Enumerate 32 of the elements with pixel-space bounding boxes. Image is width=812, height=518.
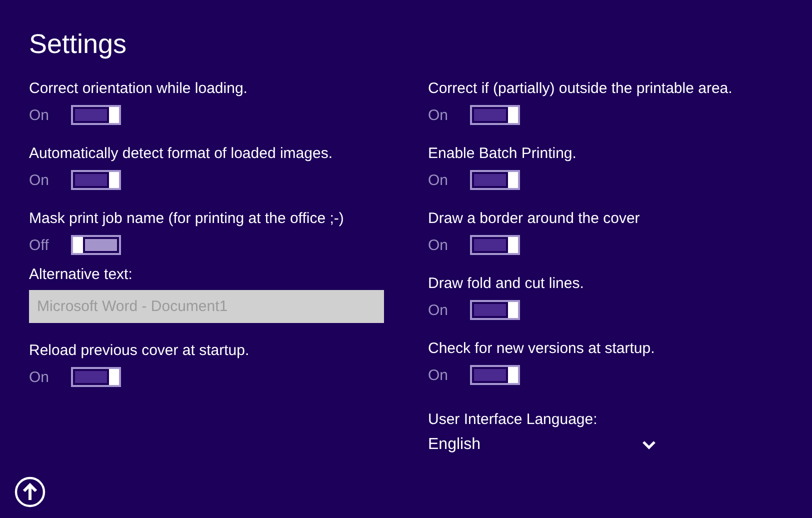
toggle-switch[interactable] [71, 367, 121, 387]
toggle-switch[interactable] [470, 300, 520, 320]
toggle-switch[interactable] [470, 365, 520, 385]
setting-label: Automatically detect format of loaded images. [29, 145, 334, 163]
setting-label: Alternative text: [29, 266, 134, 284]
toggle-switch[interactable] [470, 170, 520, 190]
toggle-state-text: On [428, 302, 450, 318]
setting-label: Draw a border around the cover [428, 210, 641, 228]
toggle-state-text: Off [29, 236, 50, 254]
toggle-switch[interactable] [470, 105, 520, 125]
toggle-switch[interactable] [71, 105, 121, 125]
toggle-switch[interactable] [470, 235, 520, 255]
toggle-state-text: On [428, 172, 450, 188]
toggle-state-text: On [29, 368, 50, 386]
toggle-state-text: On [29, 172, 50, 188]
setting-label: User Interface Language: [428, 411, 598, 429]
toggle-state-text: On [29, 106, 50, 124]
setting-label: Correct if (partially) outside the printable area. [428, 80, 734, 98]
toggle-switch[interactable] [71, 170, 121, 190]
toggle-switch[interactable] [71, 235, 121, 255]
toggle-state-text: On [428, 106, 450, 124]
setting-label: Enable Batch Printing. [428, 145, 578, 163]
chevron-down-icon [642, 440, 656, 450]
setting-label: Correct orientation while loading. [29, 80, 248, 98]
toggle-state-text: On [428, 236, 450, 254]
page-title: Settings [29, 28, 128, 60]
setting-label: Check for new versions at startup. [428, 340, 656, 358]
language-dropdown[interactable]: English [428, 436, 656, 454]
setting-label: Mask print job name (for printing at the office ;-) [29, 210, 345, 228]
toggle-state-text: On [428, 366, 450, 384]
setting-label: Reload previous cover at startup. [29, 342, 250, 360]
setting-label: Draw fold and cut lines. [428, 275, 585, 293]
